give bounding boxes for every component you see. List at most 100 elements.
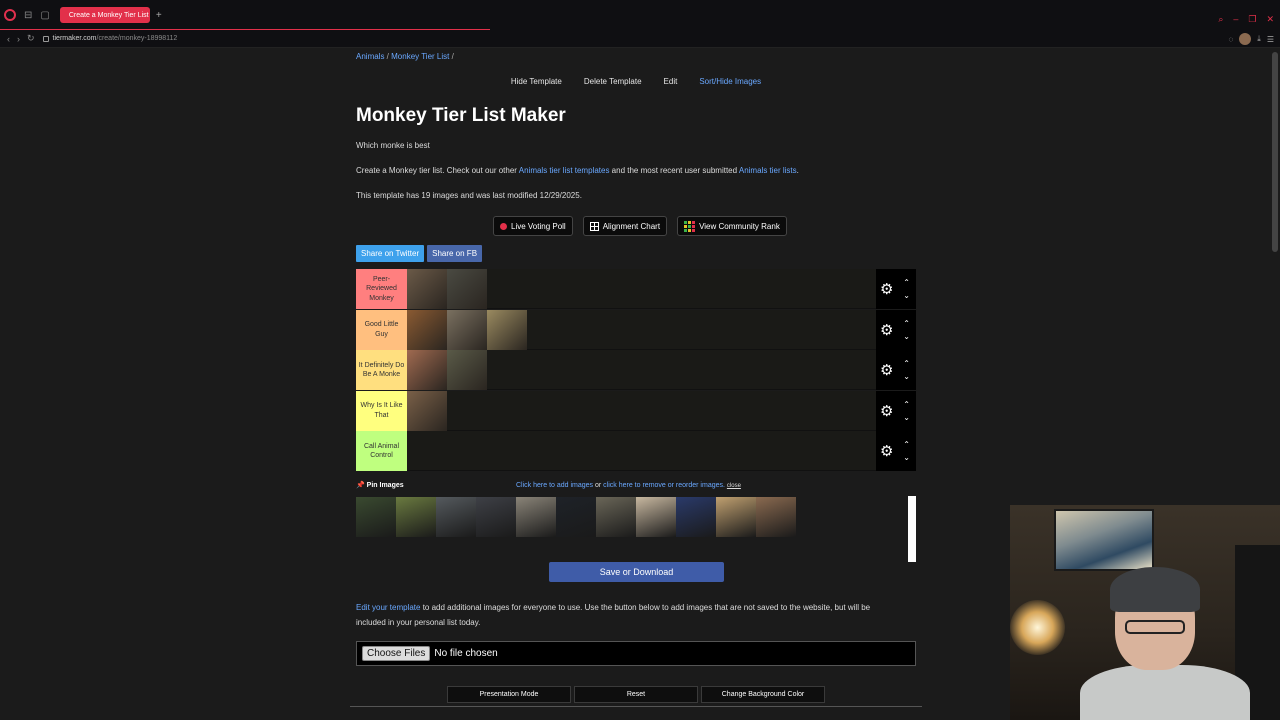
monkey-image[interactable] (676, 497, 716, 537)
breadcrumb-monkey-tier-list[interactable]: Monkey Tier List (391, 52, 449, 61)
restore-icon[interactable]: ❐ (1248, 14, 1256, 25)
tier-label[interactable]: Good Little Guy (356, 309, 407, 350)
chevron-up-icon[interactable]: ⌃ (903, 357, 910, 370)
monkey-image[interactable] (436, 497, 476, 537)
monkey-image[interactable] (447, 269, 487, 309)
chevron-up-icon[interactable]: ⌃ (903, 276, 910, 289)
change-background-color-button[interactable]: Change Background Color (701, 686, 825, 703)
tier-label[interactable]: Why Is It Like That (356, 390, 407, 431)
share-twitter-button[interactable]: Share on Twitter (356, 245, 425, 262)
share-fb-button[interactable]: Share on FB (427, 245, 483, 262)
live-voting-poll-button[interactable]: Live Voting Poll (493, 216, 573, 236)
snapshot-icon[interactable]: ◌ (1229, 35, 1234, 44)
reload-icon[interactable]: ↻ (27, 33, 35, 44)
image-pool-scrollbar[interactable] (908, 496, 916, 562)
menu-icon[interactable]: ☰ (1267, 35, 1274, 44)
tier-items[interactable] (407, 309, 876, 350)
tier-controls: ⚙ ⌃ ⌄ (876, 269, 916, 309)
tier-items[interactable] (407, 350, 876, 390)
profile-avatar[interactable] (1239, 33, 1252, 45)
streamer-torso (1080, 665, 1250, 720)
monkey-image[interactable] (756, 497, 796, 537)
monkey-image[interactable] (407, 350, 447, 390)
close-icon[interactable]: ✕ (1266, 14, 1274, 25)
new-tab-icon[interactable]: + (156, 10, 162, 21)
monkey-image[interactable] (447, 350, 487, 390)
gear-icon[interactable]: ⚙ (880, 280, 893, 298)
lock-icon[interactable] (42, 35, 49, 42)
chevron-down-icon[interactable]: ⌄ (903, 451, 910, 464)
download-icon[interactable]: ⤓ (1257, 34, 1261, 44)
edit-your-template-link[interactable]: Edit your template (356, 603, 420, 612)
tier-items[interactable] (407, 431, 876, 470)
image-links: Click here to add images or click here t… (516, 482, 741, 489)
gear-icon[interactable]: ⚙ (880, 361, 893, 379)
chevron-up-icon[interactable]: ⌃ (903, 398, 910, 411)
gear-icon[interactable]: ⚙ (880, 402, 893, 420)
hide-template-link[interactable]: Hide Template (509, 77, 564, 86)
alignment-chart-button[interactable]: Alignment Chart (582, 216, 668, 236)
edit-note-line1: Edit your template to add additional ima… (356, 603, 871, 612)
tier-label[interactable]: Peer-Reviewed Monkey (356, 269, 407, 309)
monkey-image[interactable] (356, 497, 396, 537)
monkey-image[interactable] (716, 497, 756, 537)
divider (350, 706, 922, 707)
streamer-glasses (1125, 620, 1185, 634)
tier-controls: ⚙ ⌃ ⌄ (876, 390, 916, 431)
sort-hide-images-link[interactable]: Sort/Hide Images (697, 77, 763, 86)
back-icon[interactable]: ‹ (7, 34, 10, 44)
presentation-mode-button[interactable]: Presentation Mode (447, 686, 571, 703)
template-info: This template has 19 images and was last… (356, 191, 582, 200)
url-field[interactable]: tiermaker.com/create/monkey-18998112 (53, 35, 178, 42)
choose-files-button[interactable]: Choose Files (362, 646, 431, 661)
gear-icon[interactable]: ⚙ (880, 442, 893, 460)
monkey-image[interactable] (636, 497, 676, 537)
chevron-up-icon[interactable]: ⌃ (903, 438, 910, 451)
tab-switcher-icon[interactable]: ⊟ (24, 10, 32, 21)
tier-items[interactable] (407, 390, 876, 431)
monkey-image[interactable] (407, 269, 447, 309)
close-link[interactable]: close (727, 483, 741, 489)
monkey-image[interactable] (396, 497, 436, 537)
view-community-rank-button[interactable]: View Community Rank (677, 216, 787, 236)
forward-icon[interactable]: › (17, 34, 20, 44)
reset-button[interactable]: Reset (574, 686, 698, 703)
tier-controls: ⚙ ⌃ ⌄ (876, 309, 916, 350)
add-images-link[interactable]: Click here to add images (516, 482, 593, 489)
gear-icon[interactable]: ⚙ (880, 321, 893, 339)
animals-templates-link[interactable]: Animals tier list templates (519, 166, 610, 175)
workspace-icon[interactable]: ▢ (40, 10, 49, 21)
monkey-image[interactable] (596, 497, 636, 537)
remove-reorder-link[interactable]: click here to remove or reorder images. (603, 482, 725, 489)
search-icon[interactable]: ⌕ (1218, 14, 1223, 25)
monkey-image[interactable] (407, 309, 447, 350)
edit-link[interactable]: Edit (662, 77, 680, 86)
monkey-image[interactable] (487, 309, 527, 350)
tier-items[interactable] (407, 269, 876, 309)
chevron-down-icon[interactable]: ⌄ (903, 370, 910, 383)
chevron-down-icon[interactable]: ⌄ (903, 330, 910, 343)
tier-row: Good Little Guy ⚙ ⌃ ⌄ (356, 309, 916, 350)
animals-tier-lists-link[interactable]: Animals tier lists (739, 166, 797, 175)
save-download-button[interactable]: Save or Download (549, 562, 724, 582)
monkey-image[interactable] (476, 497, 516, 537)
monkey-image[interactable] (556, 497, 596, 537)
monkey-image[interactable] (447, 309, 487, 350)
image-pool (356, 497, 796, 537)
monkey-image[interactable] (516, 497, 556, 537)
minimize-icon[interactable]: – (1233, 14, 1238, 25)
tier-label[interactable]: Call Animal Control (356, 431, 407, 471)
page-scrollbar[interactable] (1272, 52, 1278, 252)
delete-template-link[interactable]: Delete Template (582, 77, 644, 86)
monkey-image[interactable] (407, 390, 447, 431)
opera-logo-icon[interactable] (4, 9, 16, 21)
browser-tab-active[interactable]: Create a Monkey Tier List (59, 7, 150, 23)
file-upload-input[interactable]: Choose Files No file chosen (356, 641, 916, 666)
chevron-up-icon[interactable]: ⌃ (903, 317, 910, 330)
breadcrumb-animals[interactable]: Animals (356, 52, 384, 61)
chevron-down-icon[interactable]: ⌄ (903, 289, 910, 302)
tier-label[interactable]: It Definitely Do Be A Monke (356, 350, 407, 390)
chevron-down-icon[interactable]: ⌄ (903, 411, 910, 424)
pin-images-toggle[interactable]: 📌 Pin Images (356, 481, 404, 489)
wall-art (1054, 509, 1154, 571)
